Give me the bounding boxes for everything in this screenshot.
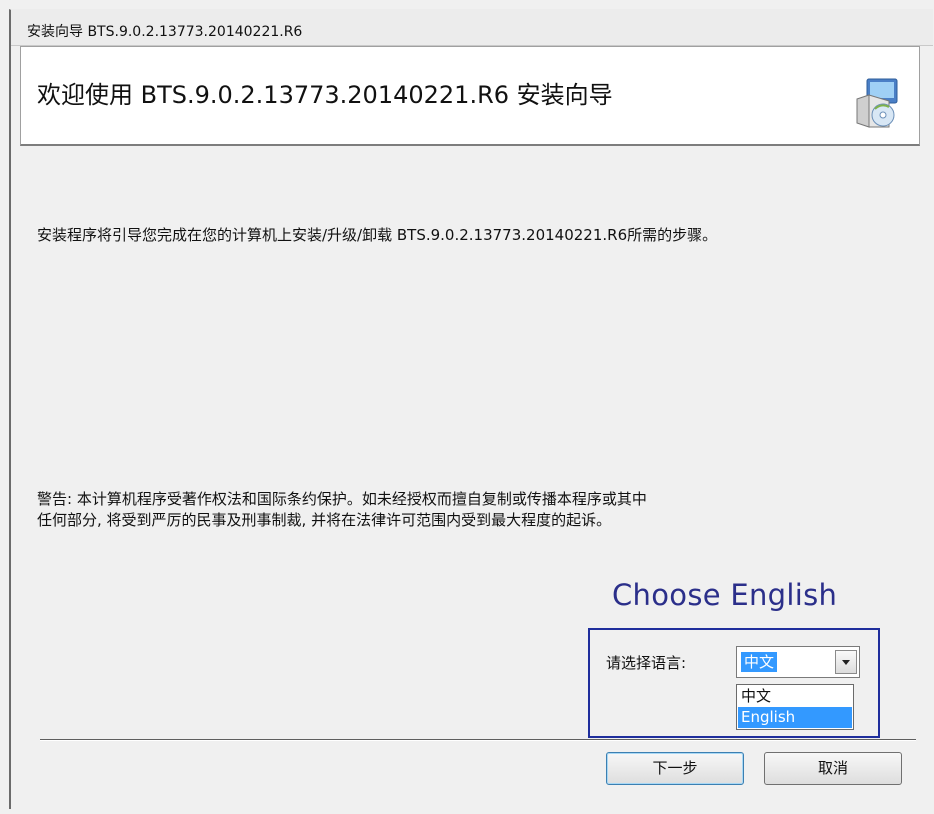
title-bar: 安装向导 BTS.9.0.2.13773.20140221.R6	[11, 9, 933, 46]
page-title: 欢迎使用 BTS.9.0.2.13773.20140221.R6 安装向导	[37, 81, 613, 109]
copyright-warning: 警告: 本计算机程序受著作权法和国际条约保护。如未经授权而擅自复制或传播本程序或…	[37, 489, 647, 531]
choose-english-annotation: Choose English	[612, 578, 838, 612]
language-select[interactable]: 中文	[736, 646, 860, 678]
wizard-header: 欢迎使用 BTS.9.0.2.13773.20140221.R6 安装向导	[20, 46, 920, 146]
warning-line-1: 警告: 本计算机程序受著作权法和国际条约保护。如未经授权而擅自复制或传播本程序或…	[37, 490, 647, 508]
language-option-chinese[interactable]: 中文	[738, 686, 852, 707]
chevron-down-icon[interactable]	[835, 650, 857, 674]
window-title: 安装向导 BTS.9.0.2.13773.20140221.R6	[27, 24, 303, 40]
intro-text: 安装程序将引导您完成在您的计算机上安装/升级/卸载 BTS.9.0.2.1377…	[37, 226, 718, 244]
warning-line-2: 任何部分, 将受到严厉的民事及刑事制裁, 并将在法律许可范围内受到最大程度的起诉…	[37, 511, 612, 529]
language-select-value: 中文	[741, 652, 778, 672]
language-label: 请选择语言:	[606, 654, 687, 672]
footer-separator	[40, 739, 916, 741]
language-option-english[interactable]: English	[738, 707, 852, 728]
installer-package-icon	[856, 78, 898, 128]
next-button[interactable]: 下一步	[606, 752, 744, 785]
cancel-button[interactable]: 取消	[764, 752, 902, 785]
language-dropdown-list: 中文 English	[736, 684, 854, 730]
